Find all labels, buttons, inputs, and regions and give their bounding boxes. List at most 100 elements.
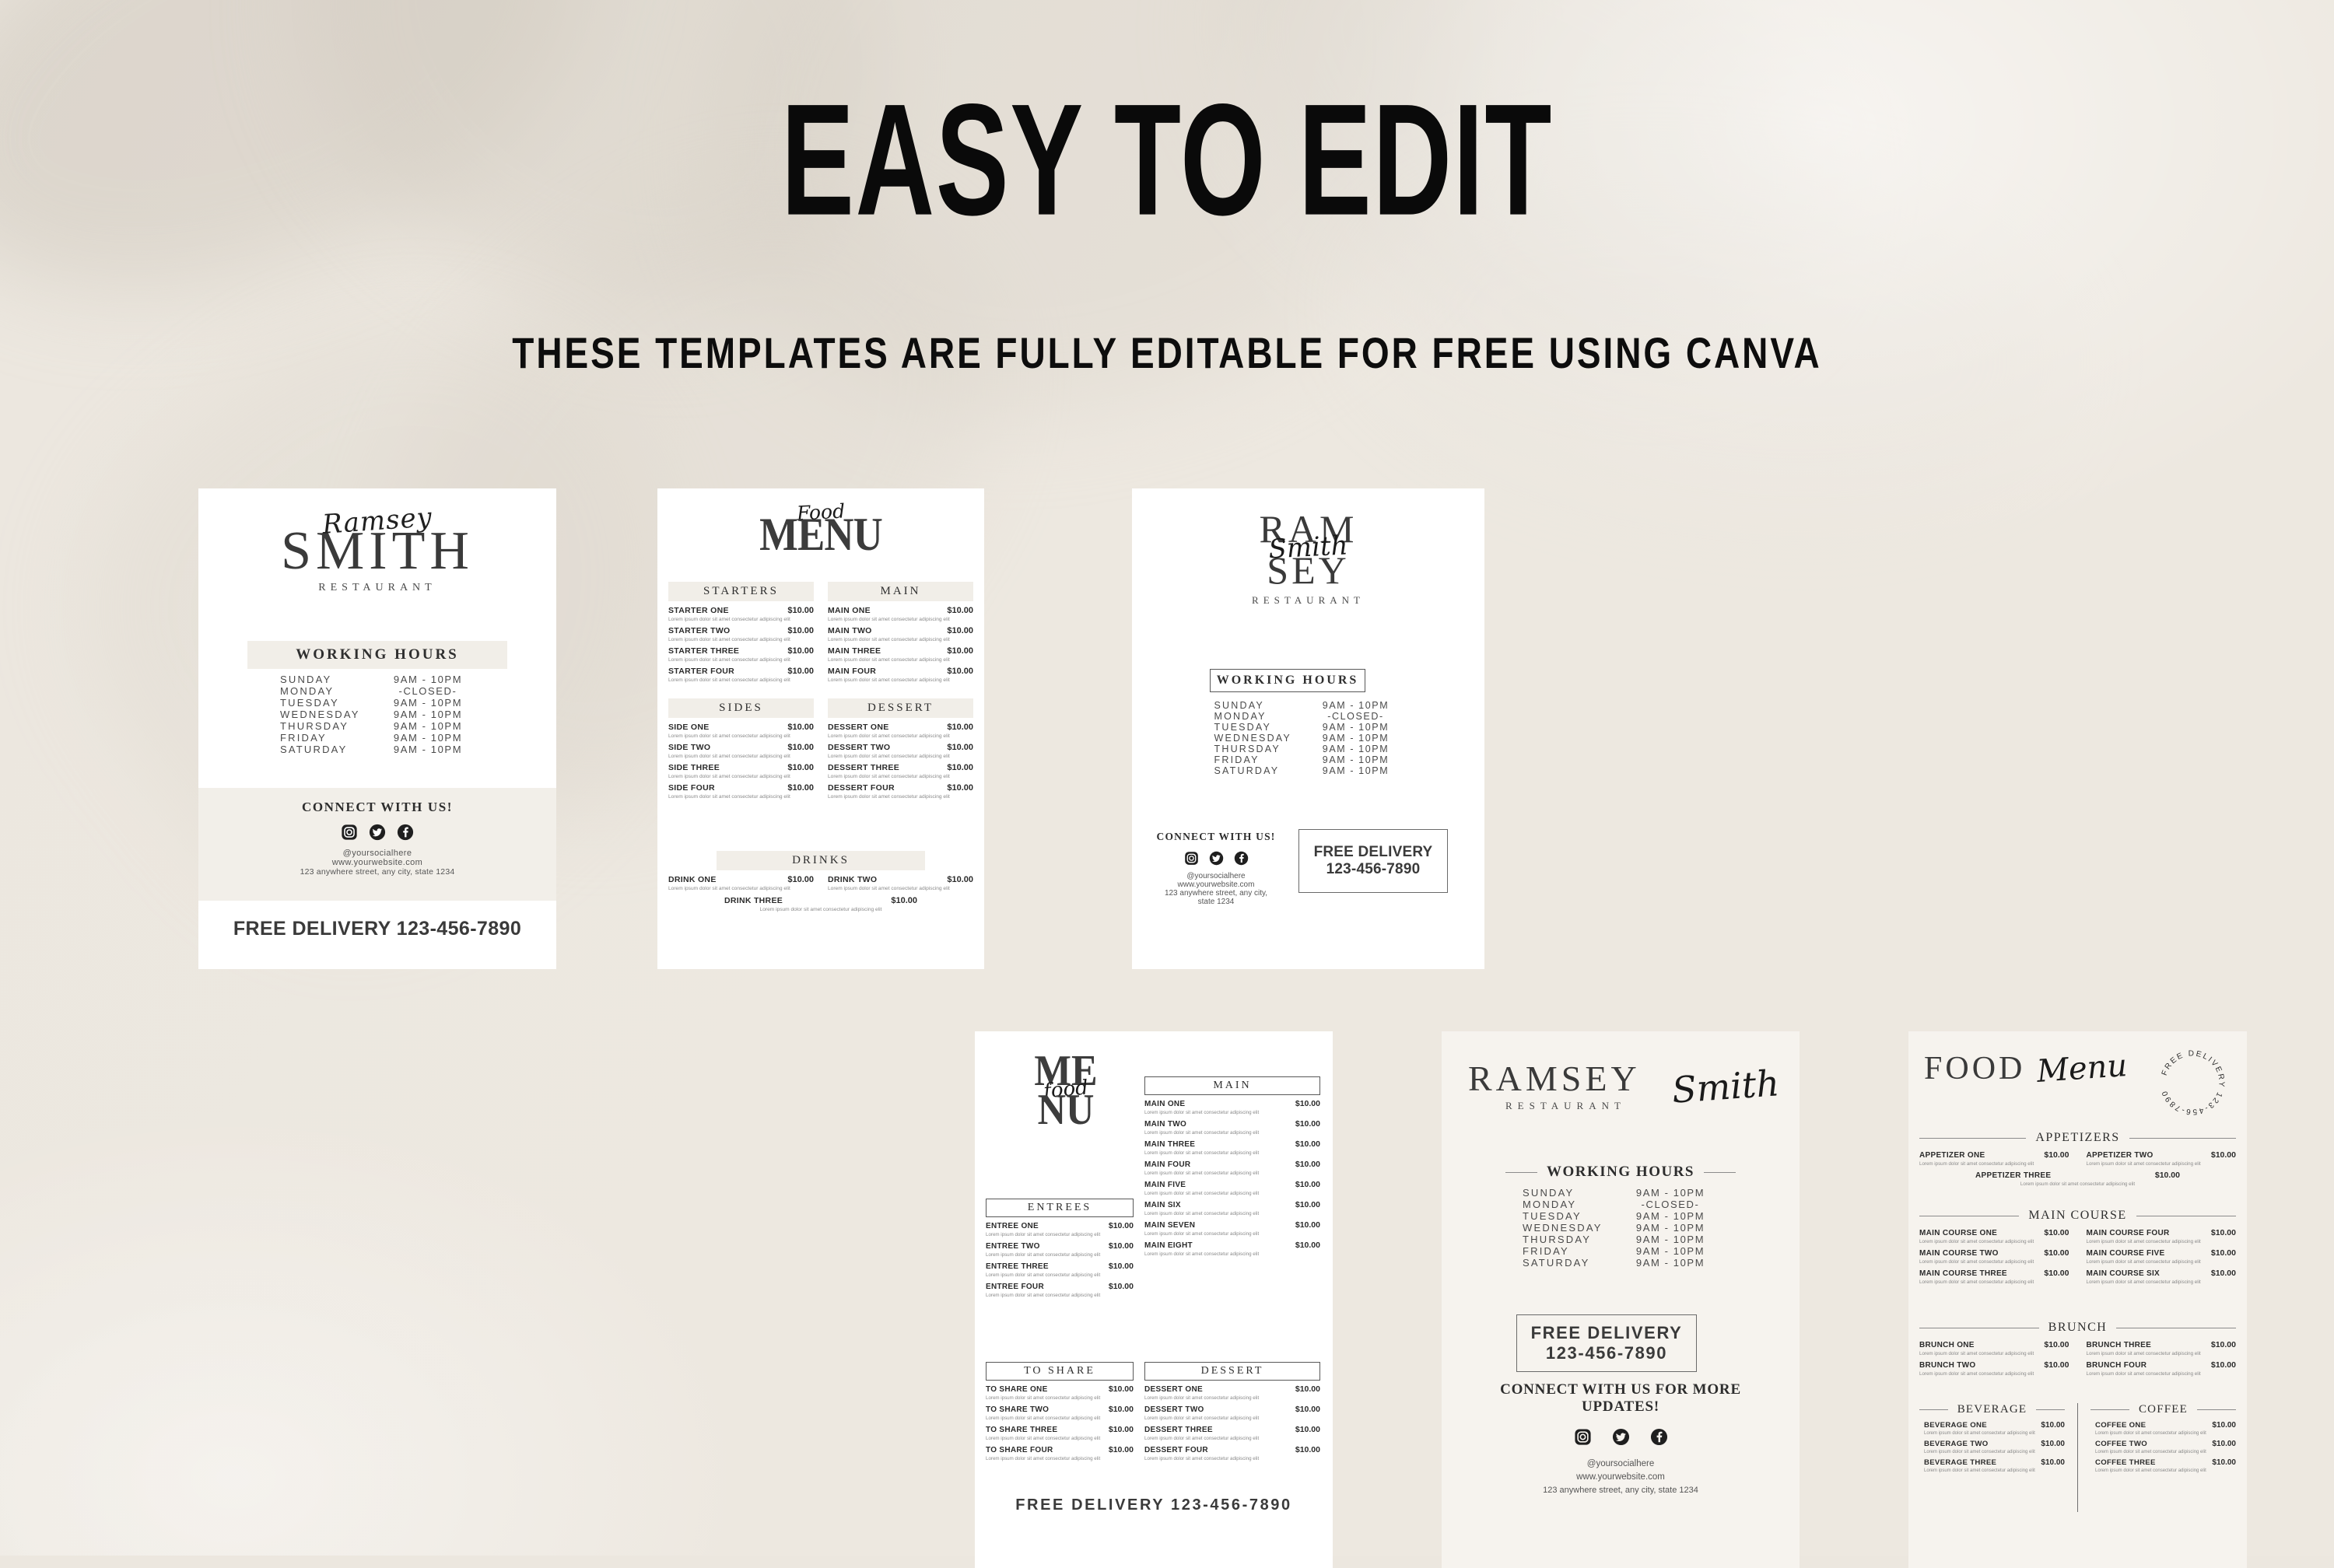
item-name: BRUNCH FOUR: [2086, 1361, 2147, 1370]
item-price: $10.00: [787, 763, 814, 772]
twitter-icon[interactable]: [369, 824, 386, 841]
item-name: ENTREE TWO: [986, 1242, 1040, 1251]
item-name: STARTER FOUR: [668, 667, 735, 676]
item-name: DESSERT ONE: [1144, 1385, 1203, 1394]
menu-item: MAIN COURSE TWO $10.00 Lorem ipsum dolor s…: [1919, 1248, 2069, 1265]
menu-item: BEVERAGE THREE $10.00 Lorem ipsum dolor si…: [1919, 1458, 2065, 1473]
menu-title-block: FOOD Menu FREE DELIVERY 123-456-7890: [1924, 1048, 2234, 1128]
menu-section-dessert: DESSERT DESSERT ONE $10.00 Lorem ipsum dol…: [1144, 1362, 1320, 1461]
twitter-icon[interactable]: [1209, 851, 1224, 866]
free-delivery-footer: FREE DELIVERY 123-456-7890: [233, 918, 522, 940]
menu-item: MAIN COURSE THREE $10.00 Lorem ipsum dolor…: [1919, 1269, 2069, 1285]
hours-row: SATURDAY 9AM - 10PM: [1132, 765, 1484, 776]
section-title: BEVERAGE: [1957, 1403, 2027, 1416]
item-desc: Lorem ipsum dolor sit amet consectetur a…: [828, 774, 950, 779]
menu-item: STARTER TWO $10.00 Lorem ipsum dolor sit a…: [668, 626, 814, 642]
page-subtitle: THESE TEMPLATES ARE FULLY EDITABLE FOR F…: [512, 328, 1822, 378]
menu-section-brunch: BRUNCH BRUNCH ONE $10.00 Lorem ipsum dolor…: [1919, 1321, 2236, 1377]
item-desc: Lorem ipsum dolor sit amet consectetur a…: [828, 733, 950, 739]
item-price: $10.00: [2210, 1248, 2236, 1258]
menu-item: STARTER FOUR $10.00 Lorem ipsum dolor sit …: [668, 667, 814, 683]
item-price: $10.00: [947, 875, 973, 884]
menu-item: DESSERT TWO $10.00 Lorem ipsum dolor sit a…: [1144, 1405, 1320, 1421]
social-handle: @yoursocialhere: [1186, 872, 1246, 880]
template-card-ramsey-flyer[interactable]: RAM Smith SEY RESTAURANT WORKING HOURS S…: [1132, 488, 1484, 969]
item-desc: Lorem ipsum dolor sit amet consectetur a…: [1144, 1251, 1260, 1257]
menu-item: DESSERT FOUR $10.00 Lorem ipsum dolor sit …: [828, 783, 973, 800]
item-desc: Lorem ipsum dolor sit amet consectetur a…: [2086, 1351, 2201, 1356]
hours-row: MONDAY -CLOSED-: [1132, 711, 1484, 722]
hours-row: FRIDAY 9AM - 10PM: [1132, 754, 1484, 765]
item-price: $10.00: [1295, 1445, 1320, 1454]
twitter-icon[interactable]: [1612, 1428, 1630, 1446]
hours-day: MONDAY: [1523, 1199, 1577, 1210]
address-line: 123 anywhere street, any city, state 123…: [1543, 1486, 1698, 1495]
item-desc: Lorem ipsum dolor sit amet consectetur a…: [1144, 1130, 1260, 1136]
item-name: DESSERT FOUR: [1144, 1446, 1208, 1454]
hours-day: MONDAY: [1214, 711, 1267, 722]
menu-item: TO SHARE ONE $10.00 Lorem ipsum dolor sit …: [986, 1384, 1134, 1401]
item-desc: Lorem ipsum dolor sit amet consectetur a…: [668, 754, 790, 759]
menu-item: DESSERT THREE $10.00 Lorem ipsum dolor sit…: [1144, 1425, 1320, 1441]
template-card-smith-flyer[interactable]: Ramsey SMITH RESTAURANT WORKING HOURS SU…: [198, 488, 556, 969]
hours-value: 9AM - 10PM: [1322, 722, 1390, 733]
item-desc: Lorem ipsum dolor sit amet consectetur a…: [1924, 1468, 2035, 1473]
rule-right: [2197, 1409, 2236, 1410]
page-title: EASY TO EDIT: [780, 72, 1553, 249]
instagram-icon[interactable]: [1574, 1428, 1592, 1446]
item-price: $10.00: [2044, 1269, 2069, 1278]
item-price: $10.00: [2210, 1340, 2236, 1349]
svg-text:FREE DELIVERY 123-456-7890: FREE DELIVERY 123-456-7890: [2161, 1049, 2226, 1115]
item-desc: Lorem ipsum dolor sit amet consectetur a…: [1919, 1239, 2034, 1244]
menu-item: MAIN SEVEN $10.00 Lorem ipsum dolor sit am…: [1144, 1220, 1320, 1237]
section-title: DESSERT: [1144, 1362, 1320, 1381]
instagram-icon[interactable]: [341, 824, 358, 841]
menu-item: MAIN SIX $10.00 Lorem ipsum dolor sit amet…: [1144, 1200, 1320, 1216]
template-card-food-menu[interactable]: Food MENU STARTERS STARTER ONE $10.00 Lore…: [657, 488, 984, 969]
item-name: MAIN COURSE ONE: [1919, 1229, 1998, 1237]
hours-row: SUNDAY 9AM - 10PM: [1132, 700, 1484, 711]
item-price: $10.00: [2041, 1458, 2065, 1467]
section-title-row: COFFEE: [2090, 1403, 2236, 1416]
item-name: COFFEE TWO: [2095, 1440, 2147, 1448]
brand-sub-name: RESTAURANT: [1252, 594, 1365, 606]
item-desc: Lorem ipsum dolor sit amet consectetur a…: [1144, 1150, 1260, 1156]
item-desc: Lorem ipsum dolor sit amet consectetur a…: [828, 886, 950, 891]
menu-item: BRUNCH THREE $10.00 Lorem ipsum dolor sit …: [2087, 1340, 2237, 1356]
item-name: DESSERT TWO: [828, 743, 891, 752]
menu-item: BEVERAGE ONE $10.00 Lorem ipsum dolor sit …: [1919, 1421, 2065, 1436]
hours-day: FRIDAY: [280, 732, 327, 744]
item-name: MAIN ONE: [828, 606, 871, 615]
instagram-icon[interactable]: [1184, 851, 1199, 866]
template-card-food-menu-full[interactable]: FOOD Menu FREE DELIVERY 123-456-7890 APP…: [1908, 1031, 2247, 1568]
vertical-divider: [2077, 1403, 2078, 1512]
item-name: DRINK ONE: [668, 875, 717, 884]
menu-item: DESSERT ONE $10.00 Lorem ipsum dolor sit a…: [828, 723, 973, 739]
website-url: www.yourwebsite.com: [1576, 1472, 1665, 1482]
item-price: $10.00: [1108, 1221, 1134, 1230]
hours-value: 9AM - 10PM: [1635, 1187, 1705, 1199]
template-card-menu-entrees[interactable]: ME food NU ENTREES ENTREE ONE $10.00 Lorem…: [975, 1031, 1333, 1568]
section-title: APPETIZERS: [2035, 1131, 2120, 1144]
item-desc: Lorem ipsum dolor sit amet consectetur a…: [1919, 1161, 2034, 1167]
menu-item: DRINK TWO $10.00 Lorem ipsum dolor sit ame…: [828, 875, 973, 891]
free-delivery-box: FREE DELIVERY 123-456-7890: [1298, 829, 1448, 893]
item-desc: Lorem ipsum dolor sit amet consectetur a…: [1144, 1456, 1260, 1461]
item-price: $10.00: [2212, 1421, 2236, 1430]
menu-item: MAIN FOUR $10.00 Lorem ipsum dolor sit ame…: [1144, 1160, 1320, 1176]
menu-item: MAIN COURSE FIVE $10.00 Lorem ipsum dolor …: [2087, 1248, 2237, 1265]
facebook-icon[interactable]: [1234, 851, 1249, 866]
section-title: DESSERT: [828, 698, 973, 718]
item-price: $10.00: [1108, 1282, 1134, 1291]
hours-row: WEDNESDAY 9AM - 10PM: [1132, 733, 1484, 744]
hours-value: 9AM - 10PM: [1322, 754, 1390, 765]
facebook-icon[interactable]: [397, 824, 414, 841]
facebook-icon[interactable]: [1650, 1428, 1668, 1446]
hours-row: TUESDAY 9AM - 10PM: [1442, 1210, 1800, 1222]
menu-item: SIDE ONE $10.00 Lorem ipsum dolor sit amet…: [668, 723, 814, 739]
item-price: $10.00: [787, 723, 814, 732]
item-price: $10.00: [2210, 1228, 2236, 1237]
template-card-ramsey-hours[interactable]: RAMSEY RESTAURANT Smith WORKING HOURS SU…: [1442, 1031, 1800, 1568]
section-title-row: APPETIZERS: [1919, 1131, 2236, 1145]
item-price: $10.00: [2044, 1340, 2069, 1349]
